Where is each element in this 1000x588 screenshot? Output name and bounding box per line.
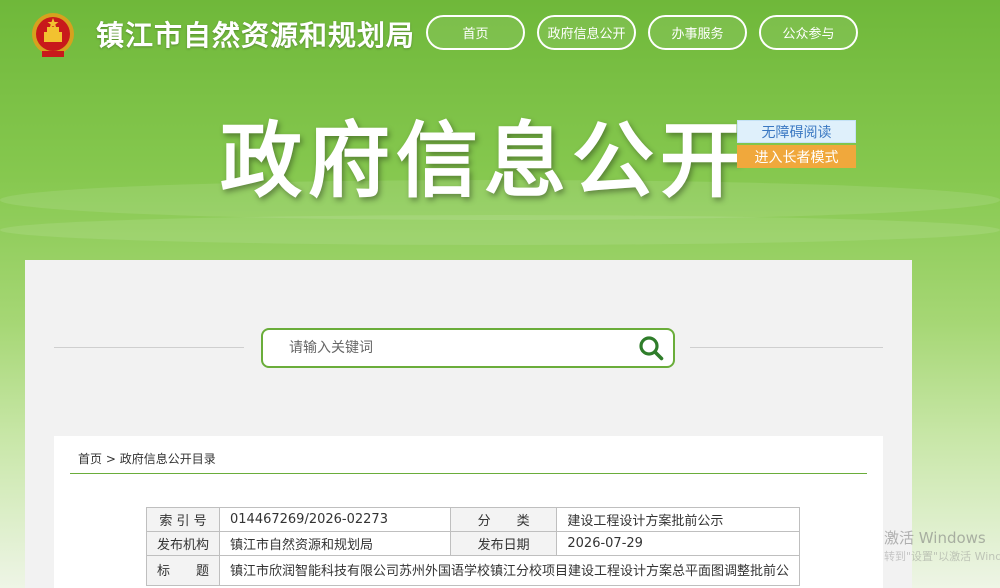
nav-gov-info[interactable]: 政府信息公开 xyxy=(537,15,636,50)
divider xyxy=(70,473,867,474)
table-row: 索 引 号 014467269/2026-02273 分 类 建设工程设计方案批… xyxy=(145,507,801,532)
divider xyxy=(690,347,883,348)
divider xyxy=(54,347,244,348)
title-label: 标 题 xyxy=(145,555,221,586)
date-label: 发布日期 xyxy=(449,531,558,556)
search-box xyxy=(261,328,675,368)
table-row: 发布机构 镇江市自然资源和规划局 发布日期 2026-07-29 xyxy=(145,531,801,556)
index-no-value: 014467269/2026-02273 xyxy=(219,507,451,532)
windows-activation-hint: 转到"设置"以激活 Windows。 xyxy=(884,550,1000,563)
barrier-free-button[interactable]: 无障碍阅读 xyxy=(737,120,856,143)
site-title: 镇江市自然资源和规划局 xyxy=(96,19,416,52)
site-header: 镇江市自然资源和规划局 首页 政府信息公开 办事服务 公众参与 xyxy=(0,0,1000,70)
publisher-value: 镇江市自然资源和规划局 xyxy=(219,531,451,556)
category-label: 分 类 xyxy=(449,507,558,532)
windows-activation-watermark: 激活 Windows xyxy=(884,529,986,547)
title-value: 镇江市欣润智能科技有限公司苏州外国语学校镇江分校项目建设工程设计方案总平面图调整… xyxy=(219,555,801,586)
nav-home[interactable]: 首页 xyxy=(426,15,525,50)
info-meta-table: 索 引 号 014467269/2026-02273 分 类 建设工程设计方案批… xyxy=(145,507,801,586)
search-icon[interactable] xyxy=(629,330,673,366)
search-input[interactable] xyxy=(263,330,629,366)
breadcrumb-separator: > xyxy=(105,452,116,466)
breadcrumb-home[interactable]: 首页 xyxy=(78,452,102,466)
date-value: 2026-07-29 xyxy=(556,531,801,556)
table-row: 标 题 镇江市欣润智能科技有限公司苏州外国语学校镇江分校项目建设工程设计方案总平… xyxy=(145,555,801,586)
article-card: 首页 > 政府信息公开目录 索 引 号 014467269/2026-02273… xyxy=(54,436,883,588)
index-no-label: 索 引 号 xyxy=(145,507,221,532)
elder-mode-button[interactable]: 进入长者模式 xyxy=(737,145,856,168)
nav-public-participation[interactable]: 公众参与 xyxy=(759,15,858,50)
publisher-label: 发布机构 xyxy=(145,531,221,556)
main-nav: 首页 政府信息公开 办事服务 公众参与 xyxy=(426,15,858,50)
category-value: 建设工程设计方案批前公示 xyxy=(556,507,801,532)
banner-title: 政府信息公开 xyxy=(220,114,749,209)
breadcrumb: 首页 > 政府信息公开目录 xyxy=(78,450,216,467)
breadcrumb-current[interactable]: 政府信息公开目录 xyxy=(120,452,216,466)
national-emblem-icon xyxy=(30,10,76,60)
nav-services[interactable]: 办事服务 xyxy=(648,15,747,50)
